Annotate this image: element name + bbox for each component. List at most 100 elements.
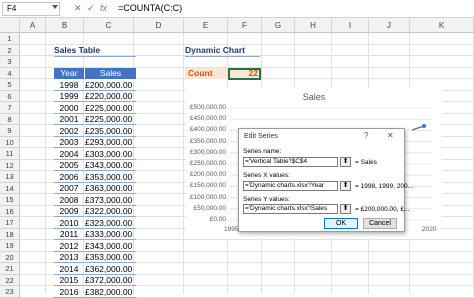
row-header[interactable]: 22 <box>0 274 20 286</box>
table-cell-year[interactable]: 2001 <box>54 114 84 125</box>
column-header[interactable]: H <box>295 18 332 33</box>
table-cell-sales[interactable]: £323,000.00 <box>85 218 136 229</box>
column-header[interactable]: D <box>134 18 184 33</box>
table-cell-year[interactable]: 2012 <box>54 241 84 252</box>
column-header[interactable]: C <box>84 18 134 33</box>
table-cell-sales[interactable]: £225,000.00 <box>85 114 136 125</box>
row-header[interactable]: 3 <box>0 56 20 68</box>
ok-button[interactable]: OK <box>324 218 358 229</box>
table-cell-sales[interactable]: £235,000.00 <box>85 126 136 137</box>
row-header[interactable]: 10 <box>0 136 20 148</box>
y-tick-label: £400,000.00 <box>189 126 226 134</box>
table-cell-sales[interactable]: £363,000.00 <box>85 183 136 194</box>
table-cell-sales[interactable]: £220,000.00 <box>85 91 136 102</box>
table-cell-year[interactable]: 2009 <box>54 206 84 217</box>
table-cell-sales[interactable]: £372,000.00 <box>85 275 136 286</box>
count-label[interactable]: Count <box>185 68 228 79</box>
row-header[interactable]: 14 <box>0 182 20 194</box>
row-header[interactable]: 21 <box>0 263 20 275</box>
table-cell-year[interactable]: 2005 <box>54 160 84 171</box>
row-header[interactable]: 15 <box>0 194 20 206</box>
table-header-year[interactable]: Year <box>54 68 84 79</box>
table-cell-sales[interactable]: £322,000.00 <box>85 206 136 217</box>
x-values-input[interactable]: ='Dynamic charts.xlsx'!Year <box>243 181 338 191</box>
table-cell-sales[interactable]: £353,000.00 <box>85 252 136 263</box>
row-header[interactable]: 9 <box>0 125 20 137</box>
range-picker-icon[interactable]: ⬆ <box>340 157 351 167</box>
row-header[interactable]: 7 <box>0 102 20 114</box>
column-header[interactable]: B <box>46 18 84 33</box>
row-header[interactable]: 18 <box>0 228 20 240</box>
table-header-sales[interactable]: Sales <box>85 68 136 79</box>
row-header[interactable]: 4 <box>0 67 20 79</box>
column-header[interactable]: G <box>262 18 295 33</box>
select-all-corner[interactable] <box>0 18 20 33</box>
table-cell-sales[interactable]: £293,000.00 <box>85 137 136 148</box>
column-header[interactable]: I <box>332 18 369 33</box>
row-header[interactable]: 8 <box>0 113 20 125</box>
table-cell-year[interactable]: 2000 <box>54 103 84 114</box>
x-values-label: Series X values: <box>243 172 290 179</box>
help-button[interactable]: ? <box>364 131 368 140</box>
table-cell-year[interactable]: 2007 <box>54 183 84 194</box>
y-values-input[interactable]: ='Dynamic charts.xlsx'!Sales <box>243 204 338 214</box>
title-underline <box>54 55 136 57</box>
column-header[interactable]: J <box>369 18 410 33</box>
table-cell-sales[interactable]: £343,000.00 <box>85 241 136 252</box>
table-cell-sales[interactable]: £353,000.00 <box>85 172 136 183</box>
table-cell-sales[interactable]: £373,000.00 <box>85 195 136 206</box>
table-cell-sales[interactable]: £382,000.00 <box>85 287 136 298</box>
range-picker-icon[interactable]: ⬆ <box>340 181 351 191</box>
row-header[interactable]: 6 <box>0 90 20 102</box>
row-header[interactable]: 1 <box>0 33 20 45</box>
row-header[interactable]: 23 <box>0 286 20 298</box>
close-button[interactable]: ✕ <box>387 131 394 140</box>
y-tick-label: £300,000.00 <box>189 148 226 156</box>
enter-icon[interactable]: ✓ <box>87 3 95 14</box>
table-cell-year[interactable]: 2003 <box>54 137 84 148</box>
row-header[interactable]: 12 <box>0 159 20 171</box>
table-cell-year[interactable]: 2011 <box>54 229 84 240</box>
formula-input[interactable]: =COUNTA(C:C) <box>118 3 182 13</box>
table-cell-year[interactable]: 2014 <box>54 264 84 275</box>
insert-function-icon[interactable]: fx <box>100 3 107 13</box>
table-cell-sales[interactable]: £343,000.00 <box>85 160 136 171</box>
y-tick-label: £450,000.00 <box>189 115 226 123</box>
table-cell-year[interactable]: 2015 <box>54 275 84 286</box>
chevron-down-icon[interactable] <box>52 5 58 9</box>
row-header[interactable]: 11 <box>0 148 20 160</box>
column-header[interactable]: K <box>410 18 474 33</box>
row-header[interactable]: 2 <box>0 44 20 56</box>
series-name-input[interactable]: ='Vertical Table'!$C$4 <box>243 157 338 167</box>
table-cell-year[interactable]: 2006 <box>54 172 84 183</box>
table-cell-year[interactable]: 2002 <box>54 126 84 137</box>
column-header[interactable]: A <box>20 18 46 33</box>
range-picker-icon[interactable]: ⬆ <box>340 204 351 214</box>
series-point[interactable] <box>422 124 426 128</box>
table-cell-sales[interactable]: £225,000.00 <box>85 103 136 114</box>
series-name-preview: = Sales <box>355 159 377 166</box>
row-header[interactable]: 5 <box>0 79 20 91</box>
gridline <box>183 33 184 294</box>
row-header[interactable]: 16 <box>0 205 20 217</box>
row-header[interactable]: 20 <box>0 251 20 263</box>
table-cell-year[interactable]: 1999 <box>54 91 84 102</box>
table-cell-year[interactable]: 2013 <box>54 252 84 263</box>
cancel-icon[interactable]: ✕ <box>74 3 82 14</box>
y-tick-label: £100,000.00 <box>189 193 226 201</box>
table-cell-year[interactable]: 2016 <box>54 287 84 298</box>
row-header[interactable]: 17 <box>0 217 20 229</box>
table-cell-sales[interactable]: £200,000.00 <box>85 80 136 91</box>
table-cell-sales[interactable]: £333,000.00 <box>85 229 136 240</box>
table-cell-sales[interactable]: £303,000.00 <box>85 149 136 160</box>
table-cell-year[interactable]: 1998 <box>54 80 84 91</box>
column-header[interactable]: E <box>184 18 228 33</box>
table-cell-year[interactable]: 2008 <box>54 195 84 206</box>
row-header[interactable]: 19 <box>0 240 20 252</box>
column-header[interactable]: F <box>228 18 262 33</box>
table-cell-year[interactable]: 2010 <box>54 218 84 229</box>
row-header[interactable]: 13 <box>0 171 20 183</box>
table-cell-sales[interactable]: £362,000.00 <box>85 264 136 275</box>
cancel-button[interactable]: Cancel <box>363 218 397 229</box>
table-cell-year[interactable]: 2004 <box>54 149 84 160</box>
